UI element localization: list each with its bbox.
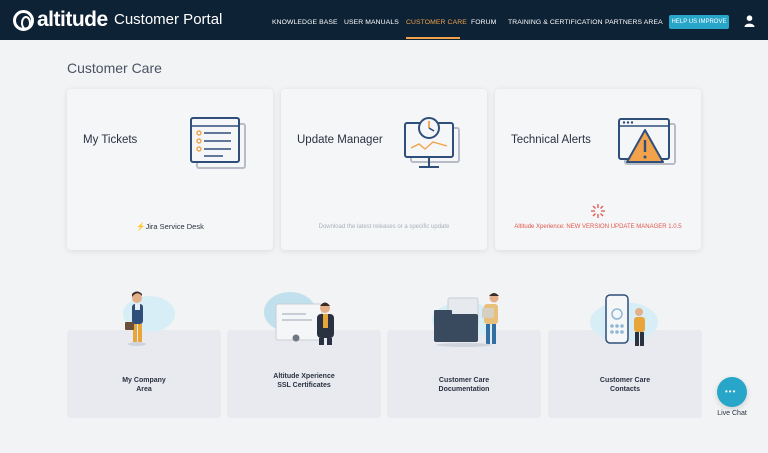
help-us-improve-button[interactable]: HELP US IMPROVE [669,15,729,29]
tile-label-line2: Contacts [610,386,640,393]
nav-knowledge-base[interactable]: KNOWLEDGE BASE [272,18,338,27]
alert-burst-icon [591,204,605,218]
nav-partners-area[interactable]: PARTNERS AREA [605,18,663,27]
nav-customer-care[interactable]: CUSTOMER CARE [406,18,467,27]
live-chat-button[interactable]: ••• [717,377,747,407]
tile-label-line2: Documentation [438,386,490,393]
nav-forum[interactable]: FORUM [471,18,496,27]
card-title: My Tickets [83,134,138,146]
chat-ellipsis-icon: ••• [725,387,737,396]
card-title: Update Manager [297,134,383,146]
altitude-logo-mark-icon [13,9,34,31]
tile-label-line1: Altitude Xperience [273,373,335,380]
update-monitor-icon [404,117,460,168]
technical-alerts-card[interactable]: Technical Alerts Altitude Xperience: NEW… [495,89,701,250]
person-on-phone-illustration [123,291,175,346]
active-nav-underline [406,37,460,39]
nav-user-manuals[interactable]: USER MANUALS [344,18,399,27]
update-manager-description: Download the latest releases or a specif… [318,224,450,230]
tile-label-line1: Customer Care [438,377,490,384]
ssl-certificate-illustration [264,292,334,345]
contacts-phone-illustration [590,294,658,346]
card-title: Technical Alerts [511,134,591,146]
tile-label-line1: My Company [122,377,166,384]
altitude-logo[interactable]: altitude [13,9,108,31]
tile-label-line2: SSL Certificates [277,382,331,389]
ticket-list-icon [190,117,246,169]
top-navigation-bar: altitude Customer Portal KNOWLEDGE BASE … [0,0,768,40]
page-title: Customer Care [67,60,162,76]
documentation-folder-illustration [432,293,499,347]
nav-training-certification[interactable]: TRAINING & CERTIFICATION [508,18,603,27]
tile-label-line2: Area [136,386,152,393]
alert-window-icon [618,118,676,165]
tile-label-line1: Customer Care [599,377,651,384]
live-chat-label: Live Chat [717,410,747,417]
jira-service-desk-link[interactable]: ⚡Jira Service Desk [67,223,273,231]
latest-alert-link[interactable]: Altitude Xperience: NEW VERSION UPDATE M… [495,223,701,231]
portal-title: Customer Portal [114,11,223,28]
update-manager-card[interactable]: Update Manager Download the latest relea… [281,89,487,250]
my-tickets-card[interactable]: My Tickets ⚡Jira Service Desk [67,89,273,250]
logo-text: altitude [37,8,108,31]
user-account-icon[interactable] [744,15,755,27]
